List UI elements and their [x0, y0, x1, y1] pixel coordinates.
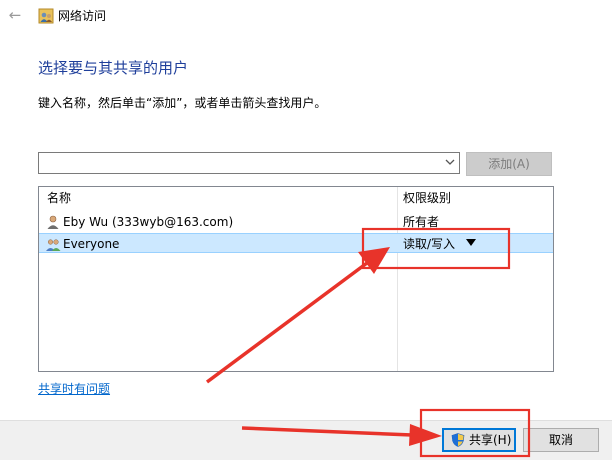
instruction-text: 键入名称，然后单击“添加”，或者单击箭头查找用户。 — [38, 96, 327, 110]
user-icon — [47, 215, 59, 229]
page-heading: 选择要与其共享的用户 — [38, 59, 189, 77]
network-users-icon — [38, 8, 54, 24]
name-column-header[interactable]: 名称 — [47, 191, 71, 205]
user-name: Everyone — [63, 237, 120, 251]
user-permission-list[interactable]: 名称 权限级别 Eby Wu (333wyb@163.com) 所有者 Ever… — [38, 186, 554, 372]
footer-bar — [0, 420, 612, 460]
add-button[interactable]: 添加(A) — [466, 152, 552, 176]
list-header: 名称 权限级别 — [39, 187, 553, 209]
group-icon — [46, 239, 61, 251]
window-title: 网络访问 — [58, 9, 107, 23]
user-name: Eby Wu (333wyb@163.com) — [63, 215, 234, 229]
chevron-down-icon[interactable] — [445, 157, 455, 167]
uac-shield-icon — [451, 433, 465, 447]
dropdown-arrow-icon[interactable] — [466, 239, 476, 247]
share-button-label: 共享(H) — [469, 433, 512, 447]
title-bar: ← 网络访问 — [0, 0, 612, 32]
cancel-button[interactable]: 取消 — [523, 428, 599, 452]
permission-column-header[interactable]: 权限级别 — [403, 191, 451, 205]
permission-dropdown[interactable]: 读取/写入 — [403, 236, 455, 252]
list-item[interactable]: Eby Wu (333wyb@163.com) 所有者 — [39, 212, 553, 232]
back-arrow-icon[interactable]: ← — [6, 6, 24, 24]
permission-level: 所有者 — [403, 215, 440, 229]
sharing-help-link[interactable]: 共享时有问题 — [38, 381, 110, 397]
user-name-combobox[interactable] — [38, 152, 460, 174]
list-item[interactable]: Everyone 读取/写入 — [39, 233, 553, 253]
share-button[interactable]: 共享(H) — [442, 428, 516, 452]
